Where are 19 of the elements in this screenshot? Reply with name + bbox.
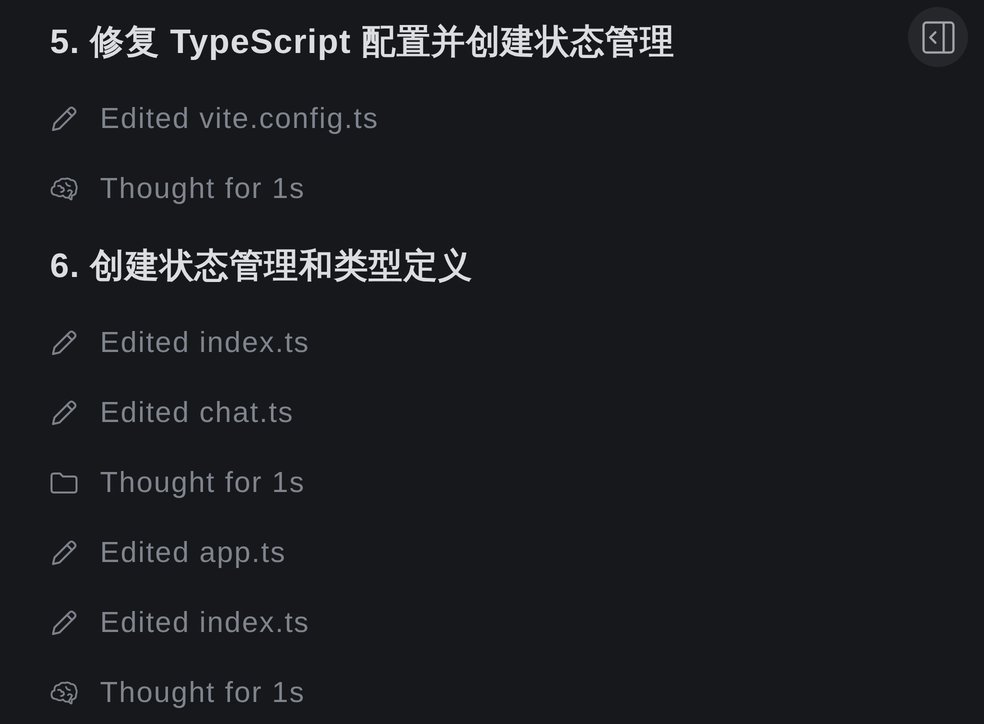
step-label: Edited index.ts (100, 606, 310, 640)
brain-icon (50, 681, 78, 705)
section-heading: 6. 创建状态管理和类型定义 (50, 246, 474, 286)
folder-icon (50, 472, 78, 494)
pencil-icon (50, 609, 78, 637)
pencil-icon (50, 399, 78, 427)
step-label: Thought for 1s (100, 676, 306, 710)
pencil-icon (50, 539, 78, 567)
pencil-icon (50, 329, 78, 357)
step-label: Edited vite.config.ts (100, 102, 379, 136)
step-label: Edited chat.ts (100, 396, 294, 430)
section-heading: 5. 修复 TypeScript 配置并创建状态管理 (50, 22, 675, 62)
step-label: Thought for 1s (100, 466, 306, 500)
step-label: Thought for 1s (100, 172, 306, 206)
step-label: Edited app.ts (100, 536, 286, 570)
pencil-icon (50, 105, 78, 133)
step-label: Edited index.ts (100, 326, 310, 360)
sidebar-panel-icon (922, 20, 954, 54)
brain-icon (50, 177, 78, 201)
